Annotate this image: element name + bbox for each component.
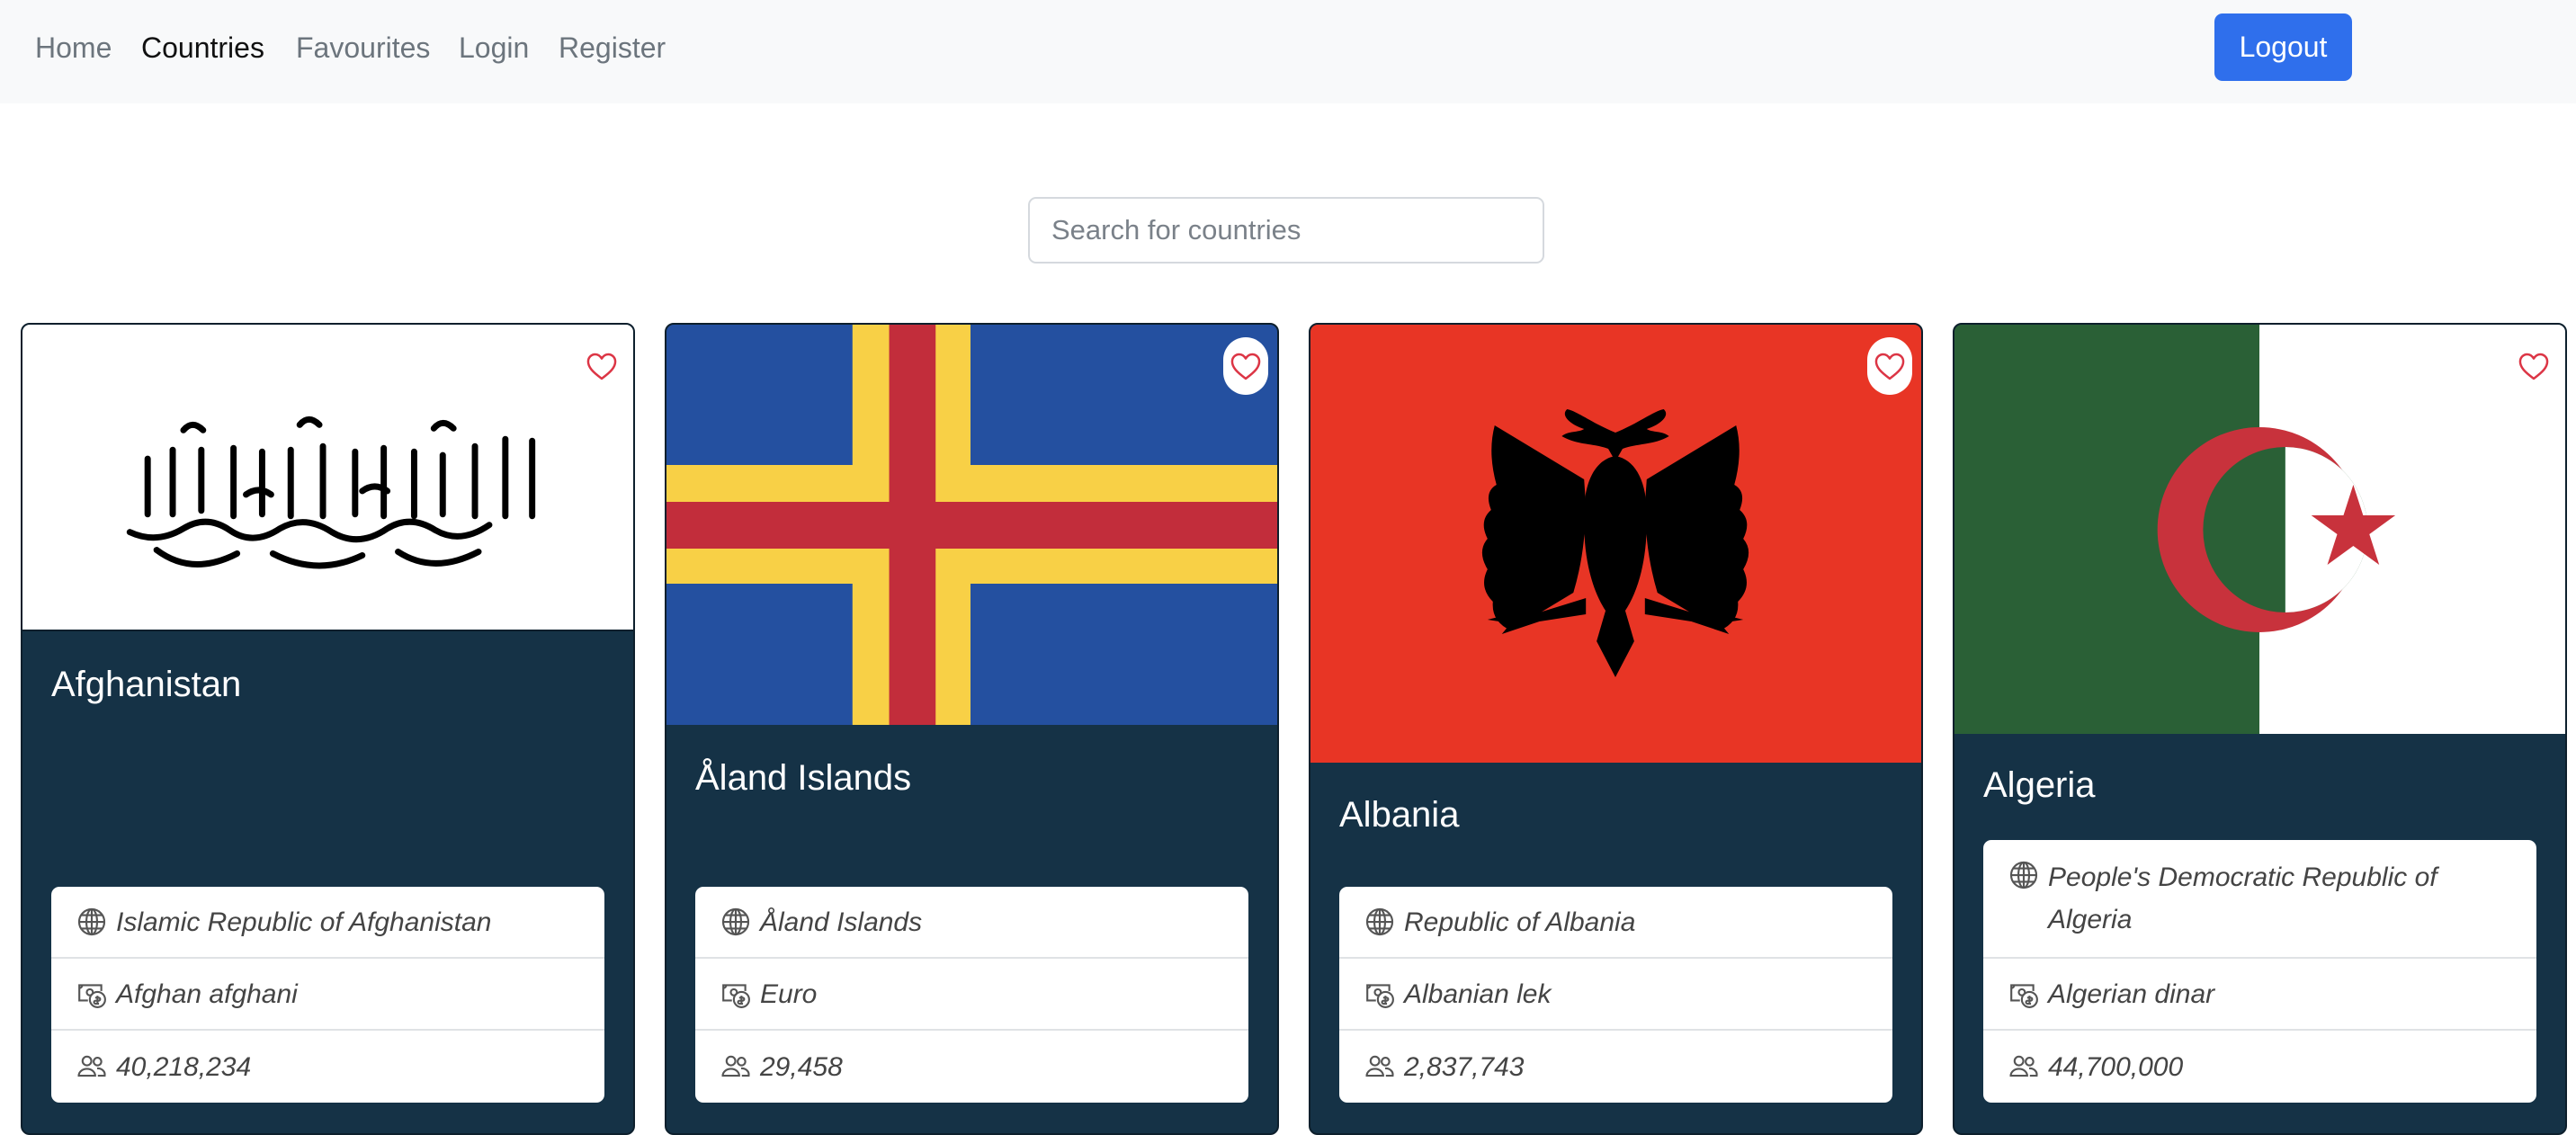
population: 40,218,234 [116,1051,252,1082]
cash-coin-icon [2008,979,2039,1009]
favourite-button[interactable] [579,337,624,395]
nav-link-home[interactable]: Home [35,28,112,67]
nav-link-login[interactable]: Login [459,28,529,67]
albania-flag [1310,325,1921,763]
globe-icon [1364,907,1395,937]
official-name-item: People's Democratic Republic of Algeria [1983,840,2536,959]
people-icon [2008,1050,2039,1081]
country-info-list: Islamic Republic of Afghanistan Afghan a… [51,887,604,1103]
official-name: Islamic Republic of Afghanistan [116,907,492,937]
population: 44,700,000 [2048,1051,2184,1082]
official-name-item: Islamic Republic of Afghanistan [51,887,604,959]
country-info-list: Republic of Albania Albanian lek 2,837,7… [1339,887,1892,1103]
population-item: 44,700,000 [1983,1031,2536,1103]
favourite-button[interactable] [2511,337,2556,395]
heart-icon [1874,353,1905,380]
logout-button[interactable]: Logout [2214,13,2352,81]
people-icon [1364,1050,1395,1081]
heart-icon [586,353,617,380]
country-card-albania: Albania Republic of Albania Albanian lek… [1309,323,1923,1135]
cash-coin-icon [76,979,107,1009]
aland-islands-flag [666,325,1277,725]
globe-icon [2008,860,2039,890]
currency: Euro [760,979,818,1009]
globe-icon [720,907,751,937]
currency-item: Afghan afghani [51,959,604,1031]
cash-coin-icon [1364,979,1395,1009]
country-card-algeria: Algeria People's Democratic Republic of … [1953,323,2567,1135]
official-name: People's Democratic Republic of Algeria [2048,862,2437,934]
nav-link-favourites[interactable]: Favourites [296,28,430,67]
population-item: 29,458 [695,1031,1248,1103]
official-name-item: Åland Islands [695,887,1248,959]
people-icon [720,1050,751,1081]
currency-item: Algerian dinar [1983,959,2536,1031]
heart-icon [2518,353,2549,380]
official-name: Republic of Albania [1404,907,1636,937]
population-item: 2,837,743 [1339,1031,1892,1103]
globe-icon [76,907,107,937]
nav-link-register[interactable]: Register [559,28,666,67]
country-name: Afghanistan [51,665,242,704]
country-info-list: Åland Islands Euro 29,458 [695,887,1248,1103]
favourite-button[interactable] [1867,337,1912,395]
currency: Albanian lek [1404,979,1552,1009]
afghanistan-flag [22,325,633,631]
official-name-item: Republic of Albania [1339,887,1892,959]
country-card-aland-islands: Åland Islands Åland Islands Euro 29,458 [665,323,1279,1135]
country-name: Algeria [1983,765,2096,805]
favourite-button[interactable] [1223,337,1268,395]
country-name: Albania [1339,795,1460,835]
algeria-flag [1954,325,2565,734]
population: 2,837,743 [1404,1051,1525,1082]
country-card-afghanistan: Afghanistan Islamic Republic of Afghanis… [21,323,635,1135]
currency-item: Albanian lek [1339,959,1892,1031]
country-info-list: People's Democratic Republic of Algeria … [1983,840,2536,1103]
official-name: Åland Islands [760,907,923,937]
currency: Afghan afghani [116,979,298,1009]
search-input[interactable] [1028,197,1544,264]
country-name: Åland Islands [695,758,912,798]
nav-link-countries[interactable]: Countries [141,28,264,67]
currency-item: Euro [695,959,1248,1031]
people-icon [76,1050,107,1081]
currency: Algerian dinar [2048,979,2215,1009]
heart-icon [1230,353,1261,380]
cash-coin-icon [720,979,751,1009]
navbar: Home Countries Favourites Login Register… [0,0,2576,103]
population-item: 40,218,234 [51,1031,604,1103]
population: 29,458 [760,1051,843,1082]
